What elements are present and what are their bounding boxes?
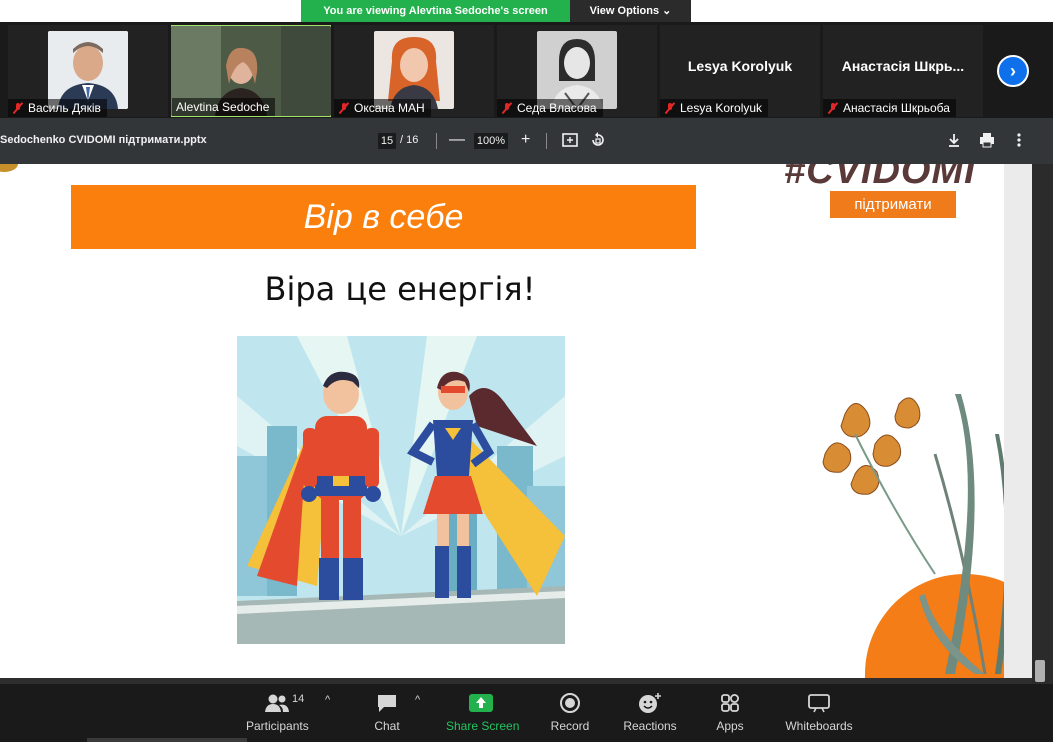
download-icon[interactable] xyxy=(945,131,963,149)
participant-name-bar: Alevtina Sedoche xyxy=(172,98,276,116)
whiteboard-icon xyxy=(808,694,830,713)
share-screen-icon xyxy=(469,694,493,712)
reactions-icon xyxy=(639,693,661,713)
next-participants-button[interactable]: › xyxy=(997,55,1029,87)
support-badge: підтримати xyxy=(830,191,956,218)
mic-muted-icon xyxy=(664,102,676,114)
slide-title: Вір в себе xyxy=(303,198,464,236)
slide-page: Вір в себе Віра це енергія! #CVIDOMI під… xyxy=(0,164,1032,678)
share-screen-label: Share Screen xyxy=(446,719,520,733)
participant-tile[interactable]: Оксана МАН xyxy=(334,25,494,117)
meeting-controls-bar: Participants 14 ^ Chat ^ Share Screen Re… xyxy=(0,684,1053,742)
record-label: Record xyxy=(550,719,590,733)
chat-options-caret[interactable]: ^ xyxy=(415,694,420,706)
scrollbar-thumb[interactable] xyxy=(1035,660,1045,682)
participant-strip: Василь Дяків Alevtina Sedoche Оксана МАН… xyxy=(0,22,1053,118)
flower-decoration xyxy=(822,394,1015,678)
zoom-in-button[interactable]: + xyxy=(521,130,530,150)
record-icon xyxy=(560,693,580,713)
pdf-viewer-toolbar: Sedochenko CVIDOMI підтримати.pptx 15 / … xyxy=(0,118,1053,164)
reactions-button[interactable]: Reactions xyxy=(622,690,678,733)
participants-label: Participants xyxy=(246,719,309,733)
participant-name-bar: Василь Дяків xyxy=(8,99,107,117)
slide-title-banner: Вір в себе xyxy=(71,185,696,249)
toolbar-divider xyxy=(436,133,437,149)
participant-name-bar: Lesya Korolyuk xyxy=(660,99,769,117)
zoom-level-input[interactable]: 100% xyxy=(474,133,508,149)
corner-decoration-icon xyxy=(0,164,18,172)
mic-muted-icon xyxy=(827,102,839,114)
participant-name: Василь Дяків xyxy=(28,101,101,115)
participants-count: 14 xyxy=(292,693,305,705)
participant-video xyxy=(537,31,617,109)
fit-page-icon[interactable] xyxy=(561,131,579,149)
participant-tile[interactable]: Lesya Korolyuk Lesya Korolyuk xyxy=(660,25,820,117)
participant-name: Седа Власова xyxy=(517,101,597,115)
chat-icon xyxy=(378,695,396,712)
scrollbar-track[interactable] xyxy=(1032,164,1053,684)
reactions-label: Reactions xyxy=(623,719,677,733)
taskbar-indicator xyxy=(87,738,247,742)
whiteboards-button[interactable]: Whiteboards xyxy=(784,690,854,733)
mic-muted-icon xyxy=(12,102,24,114)
participant-tile-active[interactable]: Alevtina Sedoche xyxy=(171,25,331,117)
zoom-out-button[interactable]: — xyxy=(449,130,465,150)
participant-name: Lesya Korolyuk xyxy=(680,101,763,115)
share-screen-button[interactable]: Share Screen xyxy=(446,690,520,733)
mic-muted-icon xyxy=(501,102,513,114)
more-options-icon[interactable] xyxy=(1010,131,1028,149)
apps-button[interactable]: Apps xyxy=(714,690,746,733)
participant-name-bar: Седа Власова xyxy=(497,99,603,117)
participant-name: Анастасія Шкрьоба xyxy=(843,101,950,115)
rotate-icon[interactable] xyxy=(589,131,607,149)
participant-tile[interactable]: Василь Дяків xyxy=(8,25,168,117)
view-options-label: View Options xyxy=(589,5,660,17)
slide-subtitle: Віра це енергія! xyxy=(264,270,536,308)
whiteboards-label: Whiteboards xyxy=(785,719,853,733)
print-icon[interactable] xyxy=(978,131,996,149)
page-background xyxy=(1004,164,1032,678)
toolbar-divider xyxy=(546,133,547,149)
participant-name-bar: Анастасія Шкрьоба xyxy=(823,99,956,117)
chevron-down-icon: ⌄ xyxy=(662,5,672,17)
participant-name: Оксана МАН xyxy=(354,101,425,115)
view-options-button[interactable]: View Options ⌄ xyxy=(570,0,691,22)
participant-tile[interactable]: Анастасія Шкрь... Анастасія Шкрьоба xyxy=(823,25,983,117)
apps-label: Apps xyxy=(716,719,744,733)
record-button[interactable]: Record xyxy=(548,690,592,733)
participant-name: Alevtina Sedoche xyxy=(176,100,270,114)
page-count: / 16 xyxy=(400,134,419,146)
mic-muted-icon xyxy=(338,102,350,114)
participant-video xyxy=(48,31,128,109)
participant-video xyxy=(374,31,454,109)
participant-display-name: Lesya Korolyuk xyxy=(687,58,793,74)
participants-icon xyxy=(265,694,289,712)
superheroes-illustration xyxy=(237,336,565,644)
chat-label: Chat xyxy=(374,719,400,733)
participant-tile[interactable]: Седа Власова xyxy=(497,25,657,117)
page-number-input[interactable]: 15 xyxy=(378,133,396,149)
participants-options-caret[interactable]: ^ xyxy=(325,694,330,706)
chat-button[interactable]: Chat xyxy=(372,690,402,733)
zoom-meeting-window: You are viewing Alevtina Sedoche's scree… xyxy=(0,0,1053,742)
screen-share-banner: You are viewing Alevtina Sedoche's scree… xyxy=(301,0,691,22)
brand-hashtag: #CVIDOMI xyxy=(784,164,976,192)
document-title: Sedochenko CVIDOMI підтримати.pptx xyxy=(0,134,207,146)
participant-name-bar: Оксана МАН xyxy=(334,99,431,117)
chevron-right-icon: › xyxy=(1010,60,1016,81)
apps-icon xyxy=(721,694,739,712)
viewing-label: You are viewing Alevtina Sedoche's scree… xyxy=(301,0,570,22)
participant-display-name: Анастасія Шкрь... xyxy=(841,58,965,74)
